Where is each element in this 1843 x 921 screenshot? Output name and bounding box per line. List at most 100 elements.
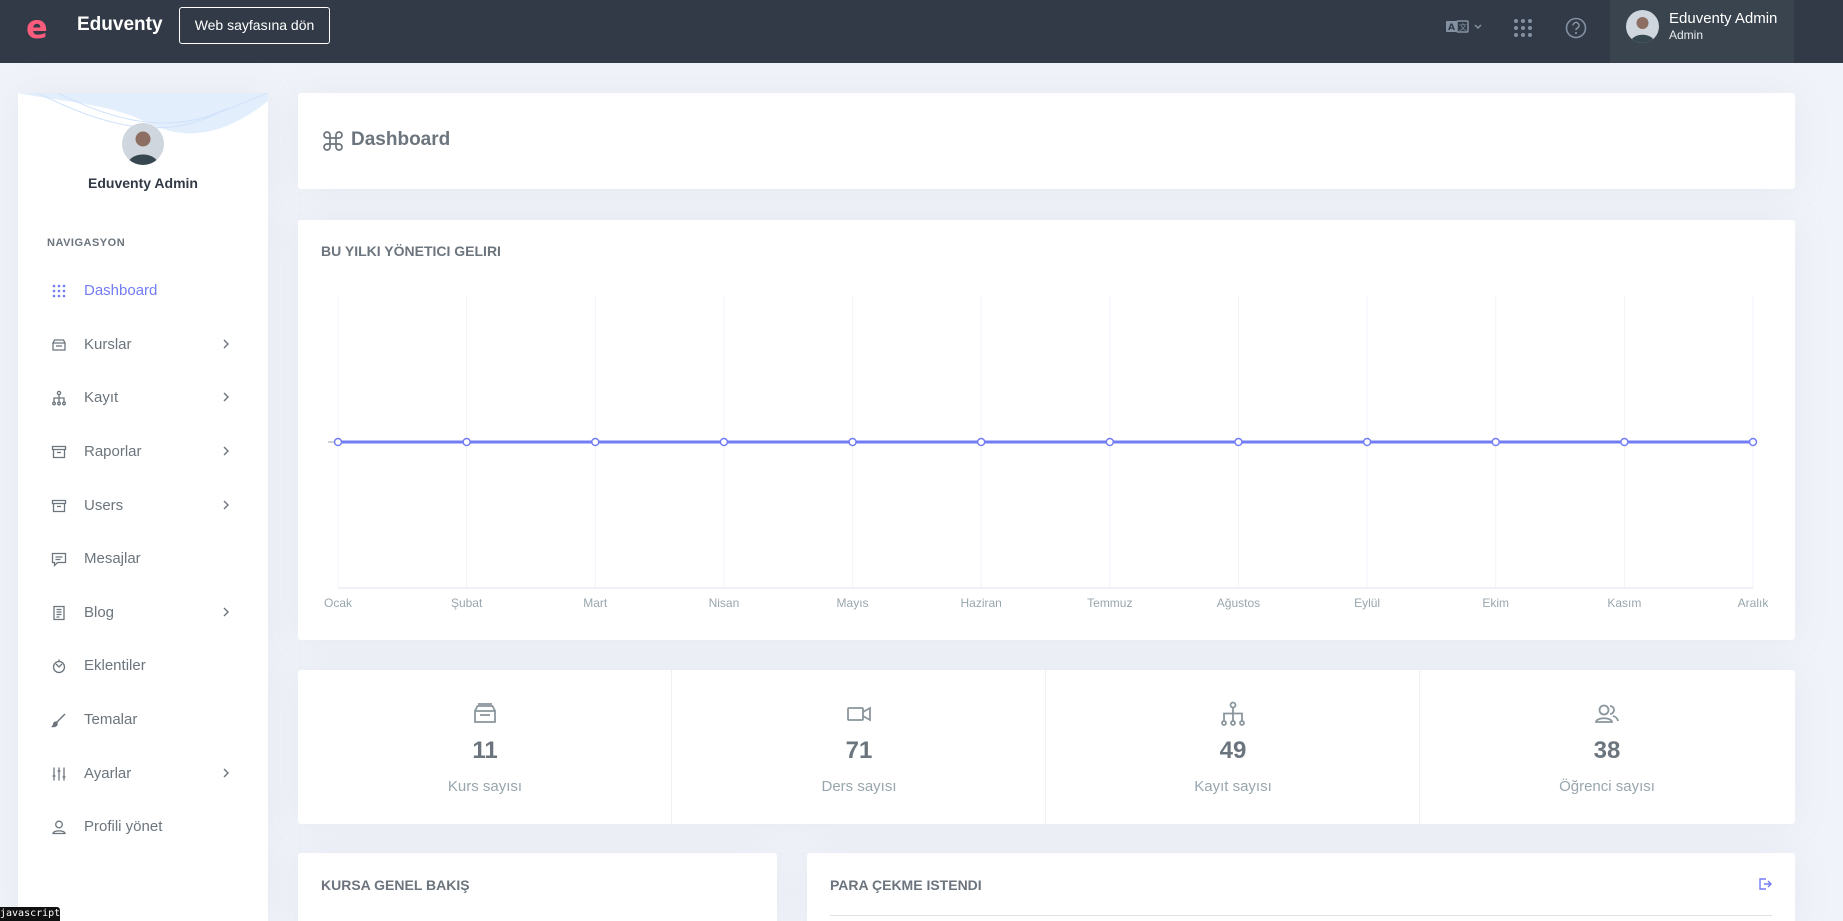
avatar	[1626, 10, 1659, 43]
sidebar-item-label: Temalar	[84, 711, 138, 728]
chart-tick-label: Eylül	[1354, 596, 1380, 610]
stat-value: 11	[472, 737, 498, 764]
chart-tick-label: Haziran	[961, 596, 1002, 610]
chart-point	[1491, 437, 1500, 447]
message-icon	[51, 552, 67, 567]
archive-icon	[51, 445, 67, 459]
sidebar-item-kayit[interactable]: Kayıt	[18, 378, 268, 418]
sidebar-item-users[interactable]: Users	[18, 486, 268, 526]
course-overview-title: KURSA GENEL BAKIŞ	[321, 877, 470, 893]
sidebar-item-blog[interactable]: Blog	[18, 593, 268, 633]
user-menu[interactable]: Eduventy Admin Admin	[1610, 0, 1794, 63]
back-to-website-button[interactable]: Web sayfasına dön	[179, 7, 330, 44]
sidebar-item-label: Ayarlar	[84, 765, 132, 782]
inbox-icon	[52, 339, 66, 351]
sidebar-item-dashboard[interactable]: Dashboard	[18, 271, 268, 311]
profile-avatar[interactable]	[122, 123, 164, 165]
plugin-icon	[52, 659, 66, 674]
stat-label: Kayıt sayısı	[1194, 778, 1272, 795]
profile-name: Eduventy Admin	[88, 175, 198, 191]
svg-text:A: A	[1448, 23, 1455, 33]
user-name: Eduventy Admin	[1669, 10, 1778, 27]
chevron-right-icon	[223, 607, 229, 617]
stat-value: 38	[1593, 737, 1621, 764]
sidebar-item-label: Kurslar	[84, 336, 132, 353]
chevron-right-icon	[223, 339, 229, 349]
chart-tick-label: Temmuz	[1087, 596, 1132, 610]
course-overview-card: KURSA GENEL BAKIŞ	[298, 853, 777, 921]
sidebar-item-raporlar[interactable]: Raporlar	[18, 432, 268, 472]
chart-tick-label: Kasım	[1607, 596, 1641, 610]
sidebar-item-label: Profili yönet	[84, 818, 163, 835]
chart-tick-label: Aralık	[1738, 596, 1770, 610]
users-icon	[1595, 704, 1619, 723]
withdraw-card: PARA ÇEKME ISTENDI	[807, 853, 1795, 921]
stat-label: Ders sayısı	[821, 778, 897, 795]
grid-icon	[52, 284, 66, 298]
nav-section-title: NAVIGASYON	[47, 237, 126, 249]
chevron-right-icon	[223, 768, 229, 778]
sidebar-item-eklentiler[interactable]: Eklentiler	[18, 646, 268, 686]
stat-lessons: 71 Ders sayısı	[672, 670, 1046, 824]
sidebar: Eduventy Admin NAVIGASYON Dashboard Kurs…	[18, 93, 268, 921]
revenue-chart-card: BU YILKI YÖNETICI GELIRI Ocak Şubat Mart Ni…	[298, 220, 1795, 640]
brush-icon	[51, 713, 66, 728]
page-title: Dashboard	[351, 129, 451, 150]
chevron-right-icon	[223, 392, 229, 402]
inbox-icon	[474, 703, 496, 723]
export-icon[interactable]	[1758, 877, 1772, 891]
chart-point	[591, 437, 600, 447]
divider	[830, 915, 1772, 916]
topbar: e Eduventy Web sayfasına dön A 文 Eduvent…	[0, 0, 1843, 63]
chart-tick-label: Ağustos	[1217, 596, 1260, 610]
logo[interactable]: e	[26, 11, 52, 43]
document-icon	[53, 605, 65, 621]
chart-point	[976, 437, 986, 447]
video-icon	[847, 706, 871, 722]
stat-label: Öğrenci sayısı	[1559, 778, 1655, 795]
chart-tick-label: Mart	[583, 596, 608, 610]
chart-tick-label: Şubat	[451, 596, 483, 610]
chart-point	[1105, 437, 1115, 447]
chart-point	[1234, 437, 1243, 447]
chart-point	[848, 437, 857, 447]
chart-tick-label: Mayıs	[837, 596, 869, 610]
revenue-chart: Ocak Şubat Mart Nisan Mayıs Haziran Temmuz Ağus…	[324, 295, 1770, 610]
help-icon[interactable]	[1565, 17, 1587, 39]
stat-label: Kurs sayısı	[447, 778, 523, 795]
chart-tick-label: Ocak	[324, 596, 353, 610]
chevron-right-icon	[223, 500, 229, 510]
command-icon	[323, 131, 343, 151]
page-title-card: Dashboard	[298, 93, 1795, 189]
sidebar-item-ayarlar[interactable]: Ayarlar	[18, 754, 268, 794]
stat-value: 71	[845, 737, 873, 764]
translate-icon[interactable]: A 文	[1446, 18, 1486, 36]
sliders-icon	[52, 767, 66, 781]
stats-card: 11 Kurs sayısı 71 Ders sayısı 49 Kayıt s…	[298, 670, 1795, 824]
sidebar-item-kurslar[interactable]: Kurslar	[18, 325, 268, 365]
sidebar-item-mesajlar[interactable]: Mesajlar	[18, 539, 268, 579]
sidebar-item-label: Eklentiler	[84, 657, 146, 674]
sidebar-item-profili-yonet[interactable]: Profili yönet	[18, 807, 268, 847]
apps-grid-icon[interactable]	[1513, 18, 1533, 38]
chart-tick-label: Nisan	[709, 596, 740, 610]
status-bar-url: javascript:void(0);	[0, 907, 60, 921]
chevron-right-icon	[223, 446, 229, 456]
svg-text:文: 文	[1459, 22, 1467, 32]
chart-point	[1620, 437, 1629, 447]
user-icon	[52, 820, 66, 835]
stat-enrollments: 49 Kayıt sayısı	[1046, 670, 1420, 824]
chart-tick-label: Ekim	[1482, 596, 1509, 610]
sitemap-icon	[1221, 701, 1245, 726]
archive-icon	[51, 499, 67, 513]
withdraw-title: PARA ÇEKME ISTENDI	[830, 877, 982, 893]
sitemap-icon	[52, 390, 66, 406]
brand-name[interactable]: Eduventy	[77, 14, 163, 36]
sidebar-item-temalar[interactable]: Temalar	[18, 700, 268, 740]
chart-point	[719, 437, 729, 447]
sidebar-item-label: Raporlar	[84, 443, 142, 460]
sidebar-item-label: Mesajlar	[84, 550, 141, 567]
user-role: Admin	[1669, 28, 1704, 42]
stat-students: 38 Öğrenci sayısı	[1420, 670, 1795, 824]
stat-value: 49	[1219, 737, 1247, 764]
